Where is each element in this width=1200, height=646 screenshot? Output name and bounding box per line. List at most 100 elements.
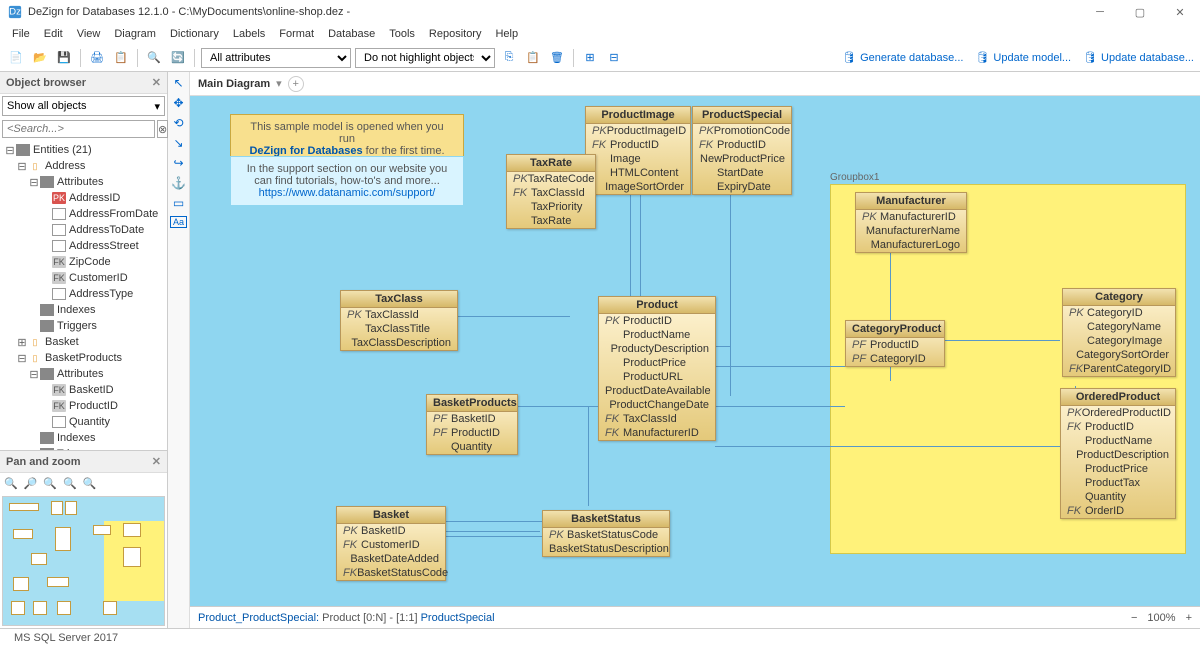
- sidebar: Object browser ✕ Show all objects▾ ⊗ 🔍 ⊟…: [0, 72, 168, 628]
- attr-icon: [52, 208, 66, 220]
- minimize-button[interactable]: ─: [1080, 0, 1120, 24]
- refresh-icon[interactable]: 🔄: [168, 48, 188, 68]
- entity-icon: ▯: [28, 352, 42, 364]
- open-icon[interactable]: 📂: [30, 48, 50, 68]
- menu-file[interactable]: File: [6, 26, 36, 42]
- folder-icon: [40, 320, 54, 332]
- titlebar: Dz DeZign for Databases 12.1.0 - C:\MyDo…: [0, 0, 1200, 24]
- zoom-out-icon[interactable]: 🔎: [24, 477, 38, 490]
- layout-icon[interactable]: ⊟: [604, 48, 624, 68]
- align-icon[interactable]: ⊞: [580, 48, 600, 68]
- zoom-fit-icon[interactable]: 🔍: [43, 477, 57, 490]
- fk-icon: FK: [52, 272, 66, 284]
- folder-icon: [40, 176, 54, 188]
- save-icon[interactable]: 💾: [54, 48, 74, 68]
- attr-icon: [52, 240, 66, 252]
- line-tool-icon[interactable]: ↘: [173, 136, 183, 150]
- entity-orderedproduct[interactable]: OrderedProduct PKOrderedProductID FKProd…: [1060, 388, 1176, 519]
- fk-icon: FK: [52, 400, 66, 412]
- menu-dictionary[interactable]: Dictionary: [164, 26, 225, 42]
- model-icon: 🛢: [975, 51, 989, 64]
- lasso-tool-icon[interactable]: ⟲: [173, 116, 183, 130]
- tab-main-diagram[interactable]: Main Diagram: [198, 78, 270, 90]
- show-objects-select[interactable]: Show all objects▾: [2, 96, 165, 116]
- app-icon: Dz: [8, 5, 22, 19]
- print-icon[interactable]: 🖨: [87, 48, 107, 68]
- folder-icon: [40, 432, 54, 444]
- anchor-tool-icon[interactable]: ⚓: [171, 176, 186, 190]
- entity-categoryproduct[interactable]: CategoryProduct PFProductID PFCategoryID: [845, 320, 945, 367]
- maximize-button[interactable]: ▢: [1120, 0, 1160, 24]
- attributes-select[interactable]: All attributes: [201, 48, 351, 68]
- search-input[interactable]: [2, 120, 155, 138]
- connector-tool-icon[interactable]: ↪: [173, 156, 183, 170]
- zoom-100-icon[interactable]: 🔍: [83, 477, 97, 490]
- entity-productimage[interactable]: ProductImage PKProductImageID FKProductI…: [585, 106, 691, 195]
- update-model-button[interactable]: 🛢Update model...: [975, 51, 1071, 64]
- close-button[interactable]: ✕: [1160, 0, 1200, 24]
- diagram-canvas[interactable]: Groupbox1 This sample model is opened wh…: [190, 96, 1200, 606]
- database-update-icon: 🛢: [1083, 51, 1097, 64]
- menu-view[interactable]: View: [71, 26, 107, 42]
- generate-database-button[interactable]: 🛢Generate database...: [842, 51, 963, 64]
- menu-repository[interactable]: Repository: [423, 26, 488, 42]
- new-icon[interactable]: 📄: [6, 48, 26, 68]
- entity-taxclass[interactable]: TaxClass PKTaxClassId TaxClassTitle TaxC…: [340, 290, 458, 351]
- database-icon: 🛢: [842, 51, 856, 64]
- attr-icon: [52, 416, 66, 428]
- menu-labels[interactable]: Labels: [227, 26, 271, 42]
- menu-tools[interactable]: Tools: [383, 26, 421, 42]
- entity-category[interactable]: Category PKCategoryID CategoryName Categ…: [1062, 288, 1176, 377]
- status-bar: Product_ProductSpecial: Product [0:N] - …: [190, 606, 1200, 628]
- folder-icon: [40, 304, 54, 316]
- move-tool-icon[interactable]: ✥: [173, 96, 183, 110]
- canvas-toolstrip: ↖ ✥ ⟲ ↘ ↪ ⚓ ▭ Aa: [168, 72, 190, 628]
- text-tool-icon[interactable]: Aa: [170, 216, 187, 228]
- attr-icon: [52, 288, 66, 300]
- entity-icon: ▯: [28, 336, 42, 348]
- entity-basket[interactable]: Basket PKBasketID FKCustomerID BasketDat…: [336, 506, 446, 581]
- paste-icon[interactable]: 📋: [523, 48, 543, 68]
- close-panel-icon[interactable]: ✕: [152, 455, 161, 468]
- zoom-region-icon[interactable]: 🔍: [63, 477, 77, 490]
- menu-help[interactable]: Help: [489, 26, 524, 42]
- pointer-tool-icon[interactable]: ↖: [173, 76, 183, 90]
- bottom-bar: MS SQL Server 2017: [0, 628, 1200, 646]
- entity-manufacturer[interactable]: Manufacturer PKManufacturerID Manufactur…: [855, 192, 967, 253]
- delete-icon[interactable]: 🗑: [547, 48, 567, 68]
- menu-diagram[interactable]: Diagram: [108, 26, 162, 42]
- svg-text:Dz: Dz: [9, 7, 21, 18]
- entity-product[interactable]: Product PKProductID ProductName Producty…: [598, 296, 716, 441]
- zoom-out-button[interactable]: −: [1131, 612, 1137, 624]
- rect-tool-icon[interactable]: ▭: [173, 196, 184, 210]
- clear-search-icon[interactable]: ⊗: [157, 120, 168, 138]
- clipboard-icon[interactable]: 📋: [111, 48, 131, 68]
- db-engine-label: MS SQL Server 2017: [14, 632, 118, 644]
- close-panel-icon[interactable]: ✕: [152, 76, 161, 89]
- fk-icon: FK: [52, 256, 66, 268]
- folder-icon: [16, 144, 30, 156]
- pk-icon: PK: [52, 192, 66, 204]
- update-database-button[interactable]: 🛢Update database...: [1083, 51, 1194, 64]
- zoom-in-button[interactable]: +: [1186, 612, 1192, 624]
- note-support[interactable]: In the support section on our website yo…: [230, 156, 464, 206]
- entity-basketstatus[interactable]: BasketStatus PKBasketStatusCode BasketSt…: [542, 510, 670, 557]
- folder-icon: [40, 368, 54, 380]
- chevron-down-icon[interactable]: ▾: [276, 77, 282, 90]
- search-icon[interactable]: 🔍: [144, 48, 164, 68]
- zoom-level: 100%: [1147, 612, 1175, 624]
- menu-format[interactable]: Format: [273, 26, 320, 42]
- menu-database[interactable]: Database: [322, 26, 381, 42]
- entity-icon: ▯: [28, 160, 42, 172]
- entity-basketproducts[interactable]: BasketProducts PFBasketID PFProductID Qu…: [426, 394, 518, 455]
- add-tab-button[interactable]: +: [288, 76, 304, 92]
- object-tree[interactable]: ⊟Entities (21) ⊟▯Address ⊟Attributes PKA…: [0, 140, 167, 450]
- menu-edit[interactable]: Edit: [38, 26, 69, 42]
- minimap[interactable]: [2, 496, 165, 626]
- entity-productspecial[interactable]: ProductSpecial PKPromotionCode FKProduct…: [692, 106, 792, 195]
- highlight-select[interactable]: Do not highlight objects: [355, 48, 495, 68]
- entity-taxrate[interactable]: TaxRate PKTaxRateCode FKTaxClassId TaxPr…: [506, 154, 596, 229]
- zoom-in-icon[interactable]: 🔍: [4, 477, 18, 490]
- copy-icon[interactable]: ⎘: [499, 48, 519, 68]
- menubar: File Edit View Diagram Dictionary Labels…: [0, 24, 1200, 44]
